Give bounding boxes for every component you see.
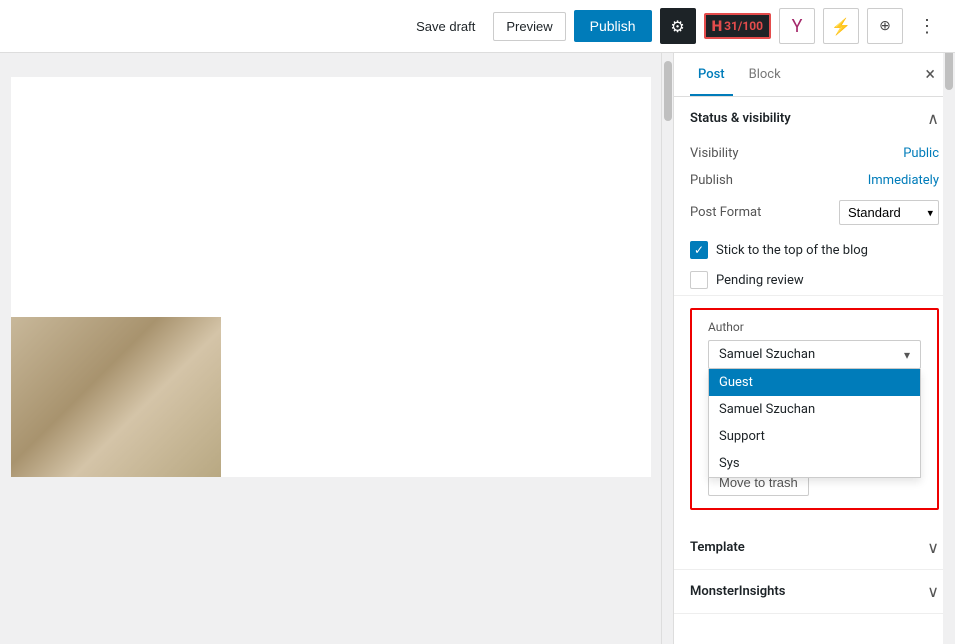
template-section-header[interactable]: Template ∨: [674, 526, 955, 569]
sidebar-tabs: Post Block ×: [674, 53, 955, 97]
post-format-select[interactable]: Standard Aside Image Video Quote Link Ga…: [839, 200, 939, 225]
author-chevron-icon: ▾: [904, 348, 910, 362]
stick-top-checkbox[interactable]: ✓: [690, 241, 708, 259]
author-select-button[interactable]: Samuel Szuchan ▾: [708, 340, 921, 369]
author-dropdown-list: Guest Samuel Szuchan Support Sys: [708, 369, 921, 478]
author-selected-value: Samuel Szuchan: [719, 347, 815, 362]
monster-insights-header[interactable]: MonsterInsights ∨: [674, 570, 955, 613]
monster-insights-section: MonsterInsights ∨: [674, 570, 955, 614]
publish-value[interactable]: Immediately: [868, 173, 939, 188]
rankmath-icon[interactable]: ⊕: [867, 8, 903, 44]
settings-icon[interactable]: ⚙: [660, 8, 696, 44]
tab-post[interactable]: Post: [690, 53, 733, 96]
status-visibility-section: Status & visibility ∧ Visibility Public …: [674, 97, 955, 296]
publish-label: Publish: [690, 173, 733, 188]
toolbar: Save draft Preview Publish ⚙ H 31/100 Y …: [0, 0, 955, 53]
editor-canvas: [11, 77, 651, 477]
author-option-sys[interactable]: Sys: [709, 450, 920, 477]
tab-block[interactable]: Block: [741, 53, 789, 96]
author-label: Author: [708, 320, 921, 334]
author-option-guest[interactable]: Guest: [709, 369, 920, 396]
author-dropdown-container: Samuel Szuchan ▾ Guest Samuel Szuchan Su…: [708, 340, 921, 369]
status-visibility-chevron: ∧: [927, 109, 939, 128]
author-option-support[interactable]: Support: [709, 423, 920, 450]
status-visibility-title: Status & visibility: [690, 111, 791, 126]
monster-insights-title: MonsterInsights: [690, 584, 785, 599]
editor-area: [0, 53, 661, 644]
pending-review-row: Pending review: [674, 265, 955, 295]
preview-button[interactable]: Preview: [493, 12, 565, 41]
main-layout: Post Block × Status & visibility ∧ Visib…: [0, 53, 955, 644]
author-section: Author Samuel Szuchan ▾ Guest Samuel Szu…: [690, 308, 939, 510]
sidebar: Post Block × Status & visibility ∧ Visib…: [673, 53, 955, 644]
monster-insights-chevron: ∨: [927, 582, 939, 601]
hemingway-h-icon: H: [712, 17, 723, 35]
visibility-field: Visibility Public: [674, 140, 955, 167]
stick-top-row: ✓ Stick to the top of the blog: [674, 235, 955, 265]
visibility-value[interactable]: Public: [903, 146, 939, 161]
visibility-label: Visibility: [690, 146, 739, 161]
yoast-icon[interactable]: Y: [779, 8, 815, 44]
more-options-button[interactable]: ⋮: [911, 10, 943, 42]
editor-scrollbar[interactable]: [661, 53, 673, 644]
publish-field: Publish Immediately: [674, 167, 955, 194]
template-section: Template ∨: [674, 526, 955, 570]
image-placeholder: [11, 317, 221, 477]
hemingway-score: 31/100: [724, 19, 763, 33]
save-draft-button[interactable]: Save draft: [406, 13, 485, 40]
accessibility-icon[interactable]: ⚡: [823, 8, 859, 44]
template-chevron: ∨: [927, 538, 939, 557]
post-format-select-wrapper: Standard Aside Image Video Quote Link Ga…: [839, 200, 939, 225]
post-format-label: Post Format: [690, 205, 761, 220]
author-section-wrapper: Author Samuel Szuchan ▾ Guest Samuel Szu…: [674, 296, 955, 526]
sidebar-close-button[interactable]: ×: [921, 60, 939, 89]
hemingway-button[interactable]: H 31/100: [704, 13, 771, 39]
post-format-row: Post Format Standard Aside Image Video Q…: [674, 194, 955, 235]
status-visibility-header[interactable]: Status & visibility ∧: [674, 97, 955, 140]
publish-button[interactable]: Publish: [574, 10, 652, 42]
pending-review-label: Pending review: [716, 273, 804, 288]
stick-top-label: Stick to the top of the blog: [716, 243, 868, 258]
sidebar-scrollbar[interactable]: [943, 0, 955, 644]
editor-scroll-thumb: [664, 61, 672, 121]
template-title: Template: [690, 540, 745, 555]
author-option-samuel[interactable]: Samuel Szuchan: [709, 396, 920, 423]
pending-review-checkbox[interactable]: [690, 271, 708, 289]
